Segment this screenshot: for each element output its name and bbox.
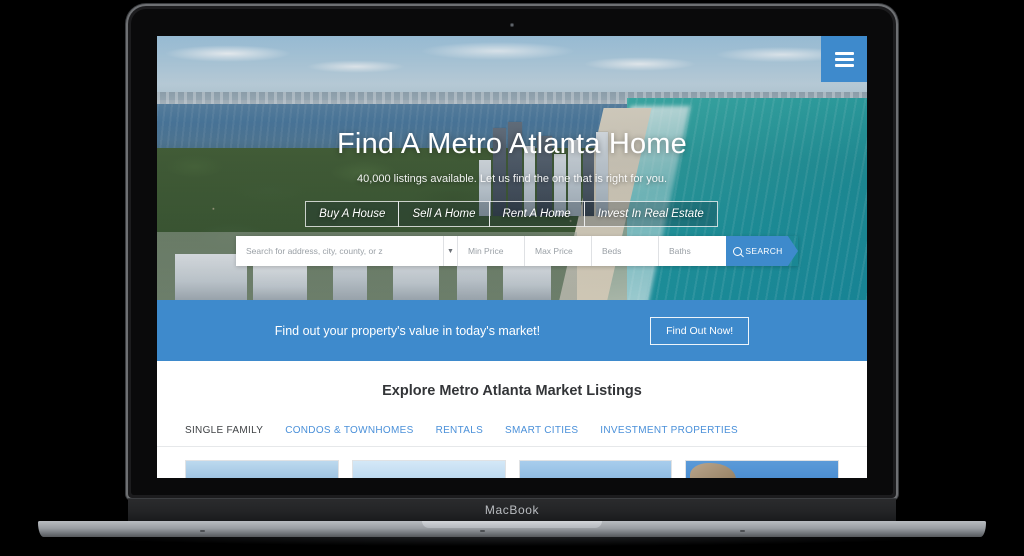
buy-a-house-button[interactable]: Buy A House bbox=[305, 201, 400, 227]
property-thumbnail-4[interactable] bbox=[685, 460, 839, 478]
chevron-down-icon[interactable]: ▼ bbox=[444, 236, 458, 266]
property-search-bar: Search for address, city, county, or z ▼… bbox=[236, 236, 798, 266]
search-address-input[interactable]: Search for address, city, county, or z bbox=[236, 236, 444, 266]
min-price-input[interactable]: Min Price bbox=[458, 236, 525, 266]
listings-section: Explore Metro Atlanta Market Listings SI… bbox=[157, 361, 867, 478]
hamburger-bar bbox=[834, 57, 854, 61]
rent-a-home-button[interactable]: Rent A Home bbox=[488, 201, 585, 227]
webcam-icon bbox=[510, 23, 514, 27]
macbook-base bbox=[38, 521, 986, 537]
macbook-wordmark: MacBook bbox=[484, 502, 540, 517]
tab-investment-properties[interactable]: INVESTMENT PROPERTIES bbox=[600, 425, 738, 436]
listing-card-row bbox=[157, 447, 867, 478]
invest-in-real-estate-button[interactable]: Invest In Real Estate bbox=[583, 201, 718, 227]
beds-input[interactable]: Beds bbox=[592, 236, 659, 266]
browser-viewport: Find A Metro Atlanta Home 40,000 listing… bbox=[157, 36, 867, 478]
sell-a-home-button[interactable]: Sell A Home bbox=[398, 201, 490, 227]
search-button-label: SEARCH bbox=[745, 246, 783, 256]
search-button[interactable]: SEARCH bbox=[726, 236, 798, 266]
listings-heading: Explore Metro Atlanta Market Listings bbox=[382, 383, 642, 399]
thumbnail-rock bbox=[690, 463, 737, 478]
tab-single-family[interactable]: SINGLE FAMILY bbox=[185, 425, 263, 436]
property-value-banner-text: Find out your property's value in today'… bbox=[274, 323, 541, 338]
property-thumbnail-3[interactable] bbox=[518, 460, 673, 478]
tab-condos-townhomes[interactable]: CONDOS & TOWNHOMES bbox=[285, 425, 413, 436]
property-value-banner: Find out your property's value in today'… bbox=[157, 300, 867, 361]
baths-input[interactable]: Baths bbox=[659, 236, 726, 266]
property-thumbnail-2[interactable] bbox=[351, 460, 506, 478]
tab-smart-cities[interactable]: SMART CITIES bbox=[505, 425, 578, 436]
macbook-chin: MacBook bbox=[128, 498, 896, 521]
macbook-base-foot bbox=[740, 530, 745, 532]
hero-section: Find A Metro Atlanta Home 40,000 listing… bbox=[157, 36, 867, 300]
macbook-base-foot bbox=[480, 530, 485, 532]
macbook-base-notch bbox=[422, 521, 602, 528]
max-price-input[interactable]: Max Price bbox=[525, 236, 592, 266]
hamburger-bar bbox=[834, 63, 854, 67]
tab-rentals[interactable]: RENTALS bbox=[436, 425, 483, 436]
hero-action-buttons: Buy A House Sell A Home Rent A Home Inve… bbox=[157, 201, 867, 227]
hero-content: Find A Metro Atlanta Home 40,000 listing… bbox=[157, 36, 867, 227]
hamburger-bar bbox=[834, 51, 854, 55]
hero-subtitle: 40,000 listings available. Let us find t… bbox=[356, 173, 668, 185]
find-out-now-button[interactable]: Find Out Now! bbox=[650, 316, 750, 345]
hamburger-menu-icon[interactable] bbox=[821, 36, 867, 82]
property-thumbnail-1[interactable] bbox=[185, 460, 339, 478]
search-icon bbox=[733, 246, 743, 256]
listings-tab-bar: SINGLE FAMILY CONDOS & TOWNHOMES RENTALS… bbox=[157, 425, 867, 447]
page-title: Find A Metro Atlanta Home bbox=[337, 128, 687, 160]
macbook-base-foot bbox=[200, 530, 205, 532]
screenshot-stage: Find A Metro Atlanta Home 40,000 listing… bbox=[0, 0, 1024, 556]
